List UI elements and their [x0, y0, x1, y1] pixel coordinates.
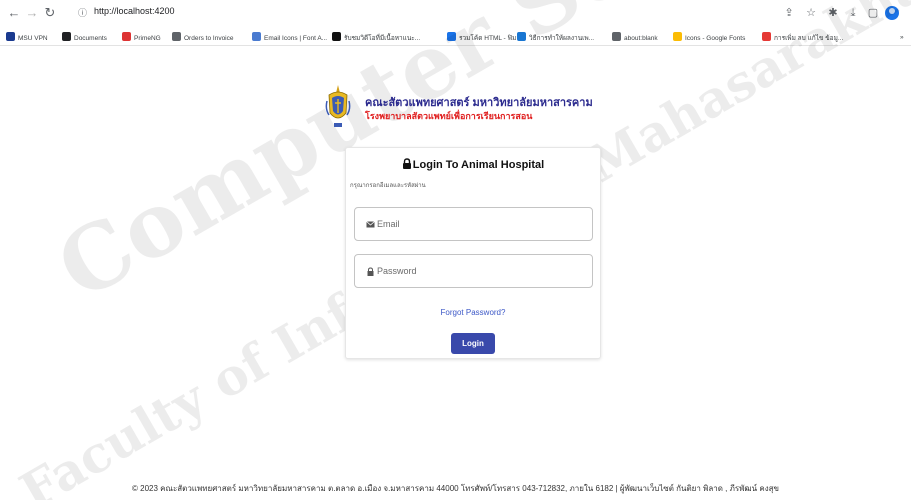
- extensions-icon[interactable]: ✱: [826, 6, 840, 20]
- bookmark-favicon-icon: [332, 32, 341, 41]
- bookmark-label: Orders to Invoice: [184, 35, 234, 42]
- bookmark-favicon-icon: [612, 32, 621, 41]
- forward-arrow-icon[interactable]: →: [24, 5, 40, 21]
- password-field[interactable]: Password: [354, 254, 593, 288]
- bookmark-item[interactable]: about:blank: [612, 32, 658, 44]
- password-placeholder: Password: [377, 266, 417, 276]
- side-panel-icon[interactable]: ▢: [866, 6, 880, 20]
- download-icon[interactable]: ⤓: [846, 6, 860, 20]
- bookmark-label: MSU VPN: [18, 35, 48, 42]
- browser-toolbar: ← → ↻ ⓘ http://localhost:4200 ⇪ ☆ ✱ ⤓ ▢: [0, 0, 911, 28]
- bookmark-item[interactable]: MSU VPN: [6, 32, 48, 44]
- bookmark-favicon-icon: [122, 32, 131, 41]
- bookmark-item[interactable]: PrimeNG: [122, 32, 161, 44]
- bookmark-item[interactable]: รวมโค้ด HTML - ฟิมา...: [447, 32, 525, 44]
- bookmark-label: Documents: [74, 35, 107, 42]
- site-info-icon[interactable]: ⓘ: [78, 6, 87, 19]
- logo-hospital-name: โรงพยาบาลสัตวแพทย์เพื่อการเรียนการสอน: [365, 111, 533, 121]
- bookmark-item[interactable]: Icons - Google Fonts: [673, 32, 745, 44]
- crest-icon: [325, 85, 351, 127]
- login-subtitle: กรุณากรอกอีเมลและรหัสผ่าน: [350, 183, 426, 189]
- reload-icon[interactable]: ↻: [42, 5, 58, 21]
- bookmarks-overflow-icon[interactable]: »: [900, 32, 904, 44]
- bookmark-label: Icons - Google Fonts: [685, 35, 746, 42]
- forgot-password-link[interactable]: Forgot Password?: [346, 308, 600, 317]
- email-field[interactable]: Email: [354, 207, 593, 241]
- bookmark-label: Email Icons | Font A...: [264, 35, 328, 42]
- bookmark-favicon-icon: [447, 32, 456, 41]
- footer-text: © 2023 คณะสัตวแพทยศาสตร์ มหาวิทยาลัยมหาส…: [132, 484, 779, 493]
- bookmark-favicon-icon: [6, 32, 15, 41]
- login-button[interactable]: Login: [451, 333, 495, 354]
- bookmark-label: วิธีการทำให้ผลงานเพ...: [529, 35, 595, 42]
- bookmark-label: about:blank: [624, 35, 658, 42]
- bookmark-label: การเพิ่ม ลบ แก้ไข ข้อมู...: [774, 35, 844, 42]
- bookmark-favicon-icon: [62, 32, 71, 41]
- bookmark-favicon-icon: [517, 32, 526, 41]
- star-icon[interactable]: ☆: [804, 6, 818, 20]
- bookmark-item[interactable]: รับชมวิดีโอที่มีเนื้อหาแนะ...: [332, 32, 420, 44]
- bookmark-item[interactable]: วิธีการทำให้ผลงานเพ...: [517, 32, 594, 44]
- back-arrow-icon[interactable]: ←: [6, 5, 22, 21]
- bookmark-label: PrimeNG: [134, 35, 161, 42]
- login-title-text: Login To Animal Hospital: [412, 159, 545, 171]
- login-card: Login To Animal Hospital กรุณากรอกอีเมลแ…: [345, 147, 601, 359]
- share-icon[interactable]: ⇪: [782, 6, 796, 20]
- bookmark-label: รวมโค้ด HTML - ฟิมา...: [459, 35, 526, 42]
- bookmarks-bar: MSU VPN Documents PrimeNG Orders to Invoice…: [0, 30, 911, 46]
- bookmark-favicon-icon: [673, 32, 682, 41]
- browser-chrome: ← → ↻ ⓘ http://localhost:4200 ⇪ ☆ ✱ ⤓ ▢ …: [0, 0, 911, 48]
- envelope-icon: [366, 221, 375, 228]
- login-title: Login To Animal Hospital: [346, 158, 600, 171]
- bookmark-favicon-icon: [762, 32, 771, 41]
- lock-icon: [402, 158, 411, 169]
- address-url: http://localhost:4200: [94, 6, 175, 16]
- lock-icon: [367, 267, 374, 276]
- bookmark-item[interactable]: การเพิ่ม ลบ แก้ไข ข้อมู...: [762, 32, 843, 44]
- bookmark-item[interactable]: Documents: [62, 32, 107, 44]
- email-placeholder: Email: [377, 219, 400, 229]
- bookmark-item[interactable]: Orders to Invoice: [172, 32, 234, 44]
- bookmark-label: รับชมวิดีโอที่มีเนื้อหาแนะ...: [344, 35, 421, 42]
- bookmark-favicon-icon: [252, 32, 261, 41]
- bookmark-item[interactable]: Email Icons | Font A...: [252, 32, 327, 44]
- profile-avatar[interactable]: [885, 6, 899, 20]
- bookmark-favicon-icon: [172, 32, 181, 41]
